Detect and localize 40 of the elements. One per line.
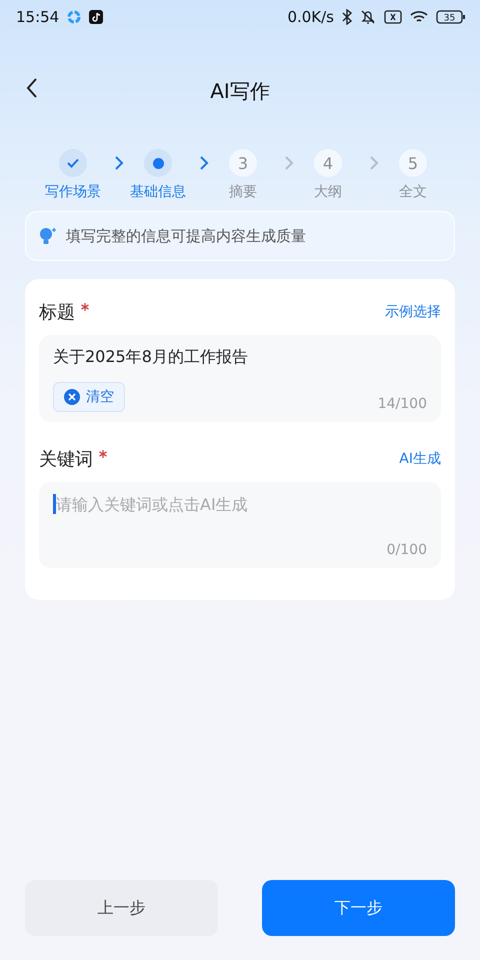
step-label: 摘要 <box>229 183 257 201</box>
step-label: 写作场景 <box>45 183 101 201</box>
page-title: AI写作 <box>210 78 270 105</box>
step-label: 全文 <box>399 183 427 201</box>
field-value: 关于2025年8月的工作报告 <box>53 347 248 368</box>
text-cursor <box>53 494 56 514</box>
app-icon <box>67 10 82 24</box>
step-number: 3 <box>229 149 257 177</box>
dot-icon <box>152 158 164 168</box>
mute-bell-icon <box>360 9 376 25</box>
close-icon <box>64 389 80 405</box>
check-icon <box>67 158 79 168</box>
clear-button[interactable]: 清空 <box>53 382 125 412</box>
status-time: 15:54 <box>16 8 60 26</box>
field-label: 标题 <box>39 301 75 324</box>
step-label: 大纲 <box>314 183 342 201</box>
field-action-link[interactable]: 示例选择 <box>385 303 441 321</box>
step-number: 4 <box>314 149 342 177</box>
chevron-icon <box>284 155 294 171</box>
input-field[interactable]: 请输入关键词或点击AI生成 <box>56 494 427 514</box>
field-action-link[interactable]: AI生成 <box>399 450 441 468</box>
char-count: 14/100 <box>378 396 427 412</box>
char-count: 0/100 <box>386 542 427 558</box>
bluetooth-icon <box>342 9 352 25</box>
chevron-icon <box>199 155 209 171</box>
next-button[interactable]: 下一步 <box>262 880 455 936</box>
step-number: 5 <box>399 149 427 177</box>
field-label: 关键词 <box>39 448 93 471</box>
step-label: 基础信息 <box>130 183 186 201</box>
chevron-icon <box>114 155 124 171</box>
tip-text: 填写完整的信息可提高内容生成质量 <box>66 226 306 246</box>
network-speed: 0.0K/s <box>287 8 334 26</box>
back-icon <box>26 78 38 98</box>
chevron-icon <box>369 155 379 171</box>
battery-icon: 35 <box>436 9 466 25</box>
sim-icon <box>384 10 402 24</box>
wifi-icon <box>410 10 428 24</box>
app-icon <box>89 10 104 24</box>
previous-button[interactable]: 上一步 <box>25 880 218 936</box>
lightbulb-icon <box>38 226 58 246</box>
